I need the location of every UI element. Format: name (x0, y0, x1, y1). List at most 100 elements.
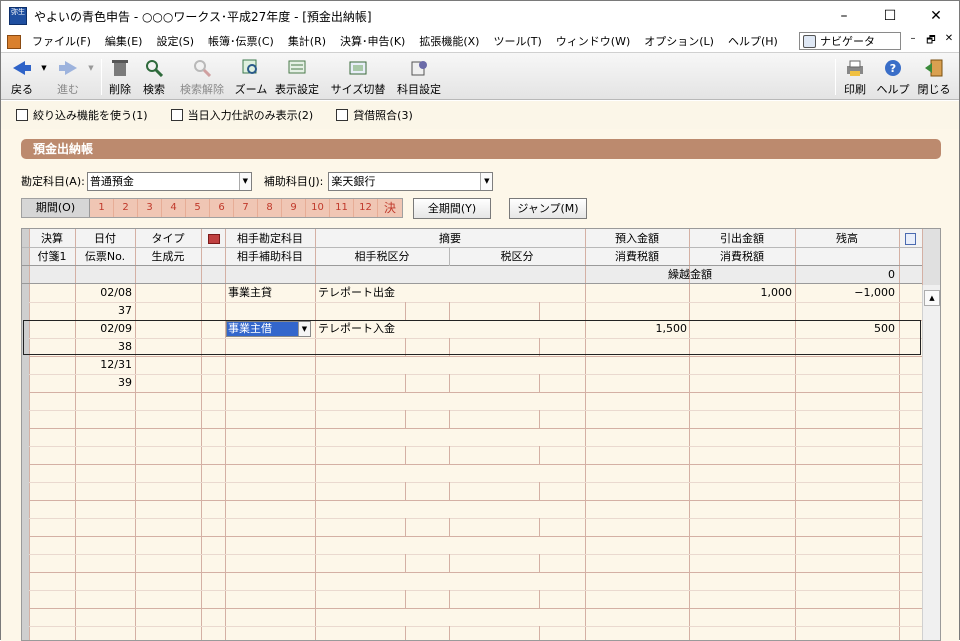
today-only-checkbox[interactable]: 当日入力仕訳のみ表示(2) (170, 107, 314, 123)
printer-icon (845, 58, 865, 78)
delete-button[interactable]: 削除 (105, 55, 135, 99)
entry-withdrawal[interactable]: 1,000 (689, 284, 793, 302)
document-icon[interactable] (7, 34, 21, 49)
close-button[interactable]: ✕ (913, 1, 959, 31)
entry-account[interactable]: 事業主借 (227, 322, 299, 336)
checkbox-box[interactable] (16, 109, 28, 121)
checkbox-box[interactable] (336, 109, 349, 121)
month-12-button[interactable]: 12 (354, 199, 378, 217)
minimize-button[interactable]: – (821, 1, 867, 31)
month-8-button[interactable]: 8 (258, 199, 282, 217)
month-1-button[interactable]: 1 (90, 199, 114, 217)
month-7-button[interactable]: 7 (234, 199, 258, 217)
size-switch-button[interactable]: サイズ切替 (330, 55, 386, 99)
menu-summary[interactable]: 集計(R) (281, 31, 333, 52)
account-value: 普通預金 (89, 174, 134, 188)
menu-extensions[interactable]: 拡張機能(X) (412, 31, 486, 52)
menu-ledger[interactable]: 帳簿･伝票(C) (201, 31, 281, 52)
entry-account[interactable]: 事業主貸 (228, 284, 314, 302)
close-window-button[interactable]: 閉じる (914, 55, 954, 99)
chevron-down-icon[interactable]: ▼ (238, 172, 251, 190)
entry-memo[interactable]: テレポート出金 (318, 284, 583, 302)
navigator-icon (803, 34, 816, 48)
display-settings-icon (287, 58, 307, 78)
clear-search-button[interactable]: 検索解除 (177, 55, 227, 99)
title-bar: 弥生 やよいの青色申告 - ○○○ワークス･平成27年度 - [預金出納帳] –… (1, 1, 959, 31)
entry-slip-no[interactable]: 37 (75, 302, 132, 320)
entry-date[interactable]: 12/31 (75, 356, 132, 374)
month-10-button[interactable]: 10 (306, 199, 330, 217)
entry-date[interactable]: 02/09 (75, 320, 132, 338)
entry-deposit[interactable]: 1,500 (585, 320, 688, 338)
chevron-down-icon[interactable]: ▼ (480, 172, 493, 190)
settlement-period-button[interactable]: 決 (378, 199, 402, 217)
forward-button[interactable]: 進む (53, 55, 83, 99)
window-controls: – ☐ ✕ (821, 1, 959, 31)
counter-account-select[interactable]: 事業主借 ▼ (226, 321, 311, 337)
header-settlement: 決算 (41, 232, 63, 245)
menu-window[interactable]: ウィンドウ(W) (549, 31, 637, 52)
mdi-minimize-button[interactable]: – (905, 33, 921, 44)
month-3-button[interactable]: 3 (138, 199, 162, 217)
display-settings-button[interactable]: 表示設定 (271, 55, 323, 99)
back-dropdown[interactable]: ▼ (38, 55, 50, 99)
menu-file[interactable]: ファイル(F) (25, 31, 98, 52)
month-2-button[interactable]: 2 (114, 199, 138, 217)
print-button[interactable]: 印刷 (840, 55, 870, 99)
forward-arrow-icon (58, 58, 78, 78)
menu-tools[interactable]: ツール(T) (486, 31, 548, 52)
period-button[interactable]: 期間(O) (22, 199, 90, 217)
menu-settings[interactable]: 設定(S) (149, 31, 201, 52)
navigator-label: ナビゲータ (820, 35, 875, 48)
search-button[interactable]: 検索 (139, 55, 169, 99)
back-button[interactable]: 戻る (7, 55, 37, 99)
checkbox-box[interactable] (170, 109, 183, 121)
month-9-button[interactable]: 9 (282, 199, 306, 217)
narrow-filter-checkbox[interactable]: 絞り込み機能を使う(1) (16, 107, 148, 123)
entry-memo[interactable]: テレポート入金 (318, 320, 583, 338)
book-icon (208, 234, 220, 244)
month-6-button[interactable]: 6 (210, 199, 234, 217)
scroll-up-arrow-icon[interactable]: ▲ (924, 290, 940, 306)
account-settings-button[interactable]: 科目設定 (393, 55, 445, 99)
search-icon (144, 58, 164, 78)
help-button[interactable]: ? ヘルプ (876, 55, 910, 99)
month-5-button[interactable]: 5 (186, 199, 210, 217)
maximize-button[interactable]: ☐ (867, 1, 913, 31)
window-title: やよいの青色申告 - ○○○ワークス･平成27年度 - [預金出納帳] (34, 9, 372, 24)
menu-help[interactable]: ヘルプ(H) (721, 31, 785, 52)
sub-account-select[interactable]: 楽天銀行 ▼ (328, 171, 494, 191)
entry-date[interactable]: 02/08 (75, 284, 132, 302)
entry-slip-no[interactable]: 38 (75, 338, 132, 356)
navigator-button[interactable]: ナビゲータ (799, 32, 901, 50)
mdi-restore-button[interactable]: 🗗 (923, 33, 939, 50)
menu-edit[interactable]: 編集(E) (98, 31, 150, 52)
header-date: 日付 (94, 232, 116, 245)
jump-button[interactable]: ジャンプ(M) (509, 197, 587, 219)
zoom-button[interactable]: ズーム (234, 55, 268, 99)
month-11-button[interactable]: 11 (330, 199, 354, 217)
header-withdrawal: 引出金額 (720, 232, 764, 245)
today-only-label: 当日入力仕訳のみ表示(2) (187, 109, 314, 122)
dropdown-arrow-icon: ▼ (88, 64, 94, 72)
all-period-button[interactable]: 全期間(Y) (413, 197, 491, 219)
toolbar-separator (101, 59, 102, 95)
balance-check-checkbox[interactable]: 貸借照合(3) (336, 107, 413, 123)
menu-options[interactable]: オプション(L) (637, 31, 721, 52)
toolbar: 戻る ▼ 進む ▼ 削除 検索 検索解除 ズーム 表示設定 サイズ切替 科目設定… (1, 52, 959, 100)
back-arrow-icon (12, 58, 32, 78)
vertical-scrollbar[interactable]: ▲ (922, 285, 940, 640)
app-icon: 弥生 (9, 7, 27, 25)
entry-slip-no[interactable]: 39 (75, 374, 132, 392)
month-4-button[interactable]: 4 (162, 199, 186, 217)
account-select[interactable]: 普通預金 ▼ (86, 171, 252, 191)
notes-icon[interactable] (905, 233, 916, 245)
forward-dropdown[interactable]: ▼ (85, 55, 97, 99)
header-withdrawal-tax: 消費税額 (720, 250, 764, 263)
menu-settlement[interactable]: 決算･申告(K) (333, 31, 412, 52)
header-slip-no: 伝票No. (84, 250, 126, 263)
chevron-down-icon[interactable]: ▼ (298, 322, 310, 336)
header-counter-sub-account: 相手補助科目 (237, 250, 303, 263)
header-counter-tax: 相手税区分 (354, 250, 410, 263)
mdi-close-button[interactable]: ✕ (941, 33, 957, 44)
